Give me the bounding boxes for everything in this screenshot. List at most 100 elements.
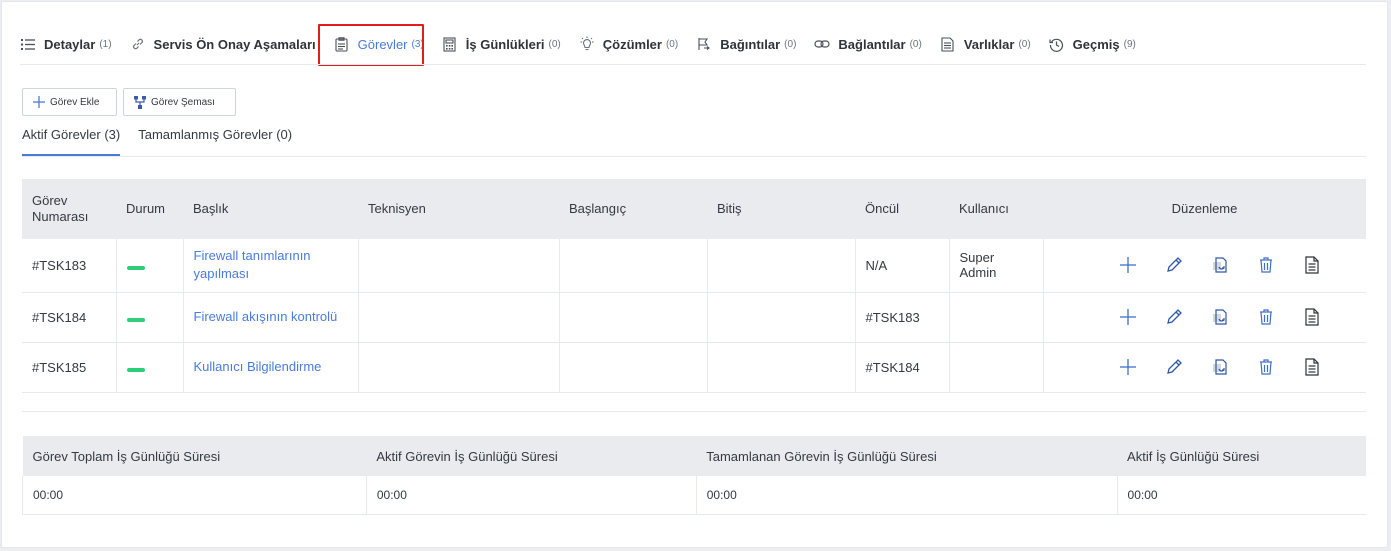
actions-cell bbox=[1042, 342, 1366, 393]
tab-assets[interactable]: Varlıklar (0) bbox=[940, 26, 1031, 62]
tabs-divider bbox=[20, 64, 1366, 65]
add-subtask-icon[interactable] bbox=[1116, 253, 1140, 277]
task-subtabs: Aktif Görevler (3) Tamamlanmış Görevler … bbox=[22, 124, 310, 156]
col-task-number: Görev Numarası bbox=[22, 179, 116, 239]
tab-connections[interactable]: Bağlantılar (0) bbox=[814, 26, 922, 62]
section-divider bbox=[22, 411, 1366, 412]
add-task-label: Görev Ekle bbox=[50, 96, 100, 108]
task-title-link[interactable]: Firewall tanımlarının yapılması bbox=[194, 248, 311, 281]
table-row: #TSK183 Firewall tanımlarının yapılması … bbox=[22, 239, 1366, 293]
tab-completed-tasks[interactable]: Tamamlanmış Görevler (0) bbox=[138, 124, 292, 156]
tab-count: (0) bbox=[548, 38, 561, 50]
table-row: #TSK184 Firewall akışının kontrolü #TSK1… bbox=[22, 292, 1366, 343]
tab-label: Detaylar bbox=[44, 36, 96, 52]
worklog-summary-table: Görev Toplam İş Günlüğü Süresi Aktif Gör… bbox=[22, 436, 1366, 515]
copy-document-icon[interactable] bbox=[1208, 253, 1232, 277]
user-cell: Super Admin bbox=[948, 239, 1043, 293]
task-number: #TSK184 bbox=[22, 292, 116, 343]
tab-count: (0) bbox=[665, 38, 679, 50]
list-icon bbox=[20, 36, 36, 52]
details-document-icon[interactable] bbox=[1300, 305, 1324, 329]
title-cell: Kullanıcı Bilgilendirme bbox=[182, 342, 358, 393]
tab-count: (0) bbox=[784, 38, 797, 50]
user-cell bbox=[948, 292, 1043, 343]
table-row: #TSK185 Kullanıcı Bilgilendirme #TSK184 bbox=[22, 342, 1366, 393]
col-edit: Düzenleme bbox=[1043, 179, 1366, 239]
delete-trash-icon[interactable] bbox=[1254, 253, 1278, 277]
tab-count: (0) bbox=[909, 38, 922, 50]
edit-pencil-icon[interactable] bbox=[1162, 355, 1186, 379]
end-cell bbox=[706, 239, 855, 293]
tab-label: Bağıntılar bbox=[720, 36, 781, 52]
row-actions bbox=[1054, 305, 1357, 329]
calculator-icon bbox=[442, 36, 458, 52]
plus-icon bbox=[33, 96, 45, 108]
status-cell bbox=[115, 239, 183, 293]
col-title: Başlık bbox=[183, 179, 358, 239]
row-actions bbox=[1054, 355, 1357, 379]
end-cell bbox=[706, 342, 855, 393]
predecessor-cell: #TSK183 bbox=[854, 292, 949, 343]
tab-details[interactable]: Detaylar (1) bbox=[20, 26, 112, 62]
lightbulb-icon bbox=[579, 36, 595, 52]
status-indicator bbox=[126, 317, 145, 322]
col-predecessor: Öncül bbox=[855, 179, 949, 239]
tab-relations[interactable]: Bağıntılar (0) bbox=[696, 26, 796, 62]
col-technician: Teknisyen bbox=[358, 179, 559, 239]
task-schema-label: Görev Şeması bbox=[151, 96, 215, 108]
edit-pencil-icon[interactable] bbox=[1162, 253, 1186, 277]
edit-pencil-icon[interactable] bbox=[1162, 305, 1186, 329]
task-schema-button[interactable]: Görev Şeması bbox=[123, 88, 236, 116]
add-subtask-icon[interactable] bbox=[1116, 305, 1140, 329]
copy-document-icon[interactable] bbox=[1208, 355, 1232, 379]
tab-count: (1) bbox=[99, 38, 112, 50]
flag-icon bbox=[696, 36, 712, 52]
delete-trash-icon[interactable] bbox=[1254, 305, 1278, 329]
summary-header: Aktif İş Günlüğü Süresi bbox=[1117, 436, 1366, 476]
active-tab-highlight bbox=[318, 24, 424, 66]
tab-label: İş Günlükleri bbox=[465, 36, 545, 52]
task-title-link[interactable]: Firewall akışının kontrolü bbox=[194, 309, 338, 324]
summary-value: 00:00 bbox=[365, 476, 697, 515]
actions-cell bbox=[1042, 292, 1366, 343]
tab-history[interactable]: Geçmiş (9) bbox=[1049, 26, 1136, 62]
summary-row: 00:00 00:00 00:00 00:00 bbox=[22, 476, 1366, 515]
document-list-icon bbox=[940, 36, 956, 52]
tab-active-tasks[interactable]: Aktif Görevler (3) bbox=[22, 124, 121, 156]
col-status: Durum bbox=[116, 179, 183, 239]
summary-header-row: Görev Toplam İş Günlüğü Süresi Aktif Gör… bbox=[22, 436, 1366, 476]
summary-value: 00:00 bbox=[1116, 476, 1366, 515]
tab-count: (0) bbox=[1018, 38, 1031, 50]
details-document-icon[interactable] bbox=[1300, 355, 1324, 379]
delete-trash-icon[interactable] bbox=[1254, 355, 1278, 379]
details-document-icon[interactable] bbox=[1300, 253, 1324, 277]
tab-solutions[interactable]: Çözümler (0) bbox=[579, 26, 678, 62]
record-tabs: Detaylar (1) Servis Ön Onay Aşamaları Gö… bbox=[20, 26, 1154, 62]
add-subtask-icon[interactable] bbox=[1116, 355, 1140, 379]
tab-label: Çözümler bbox=[602, 36, 662, 52]
col-end: Bitiş bbox=[707, 179, 855, 239]
add-task-button[interactable]: Görev Ekle bbox=[22, 88, 117, 116]
summary-value: 00:00 bbox=[695, 476, 1118, 515]
history-icon bbox=[1049, 36, 1065, 52]
start-cell bbox=[558, 342, 707, 393]
tab-label: Geçmiş bbox=[1072, 36, 1120, 52]
table-header-row: Görev Numarası Durum Başlık Teknisyen Ba… bbox=[22, 179, 1366, 239]
start-cell bbox=[558, 239, 707, 293]
task-number: #TSK183 bbox=[22, 239, 116, 293]
summary-header: Aktif Görevin İş Günlüğü Süresi bbox=[366, 436, 697, 476]
tab-approval-stages[interactable]: Servis Ön Onay Aşamaları bbox=[130, 26, 316, 62]
status-indicator bbox=[126, 367, 145, 372]
copy-document-icon[interactable] bbox=[1208, 305, 1232, 329]
task-title-link[interactable]: Kullanıcı Bilgilendirme bbox=[194, 359, 322, 374]
tab-worklogs[interactable]: İş Günlükleri (0) bbox=[442, 26, 561, 62]
end-cell bbox=[706, 292, 855, 343]
row-actions bbox=[1054, 253, 1357, 277]
tasks-table: Görev Numarası Durum Başlık Teknisyen Ba… bbox=[22, 179, 1366, 393]
tab-label: Bağlantılar bbox=[838, 36, 906, 52]
user-cell bbox=[948, 342, 1043, 393]
hierarchy-icon bbox=[134, 95, 146, 109]
subtabs-divider bbox=[22, 156, 1366, 157]
tab-label: Servis Ön Onay Aşamaları bbox=[153, 36, 316, 52]
status-cell bbox=[115, 342, 183, 393]
